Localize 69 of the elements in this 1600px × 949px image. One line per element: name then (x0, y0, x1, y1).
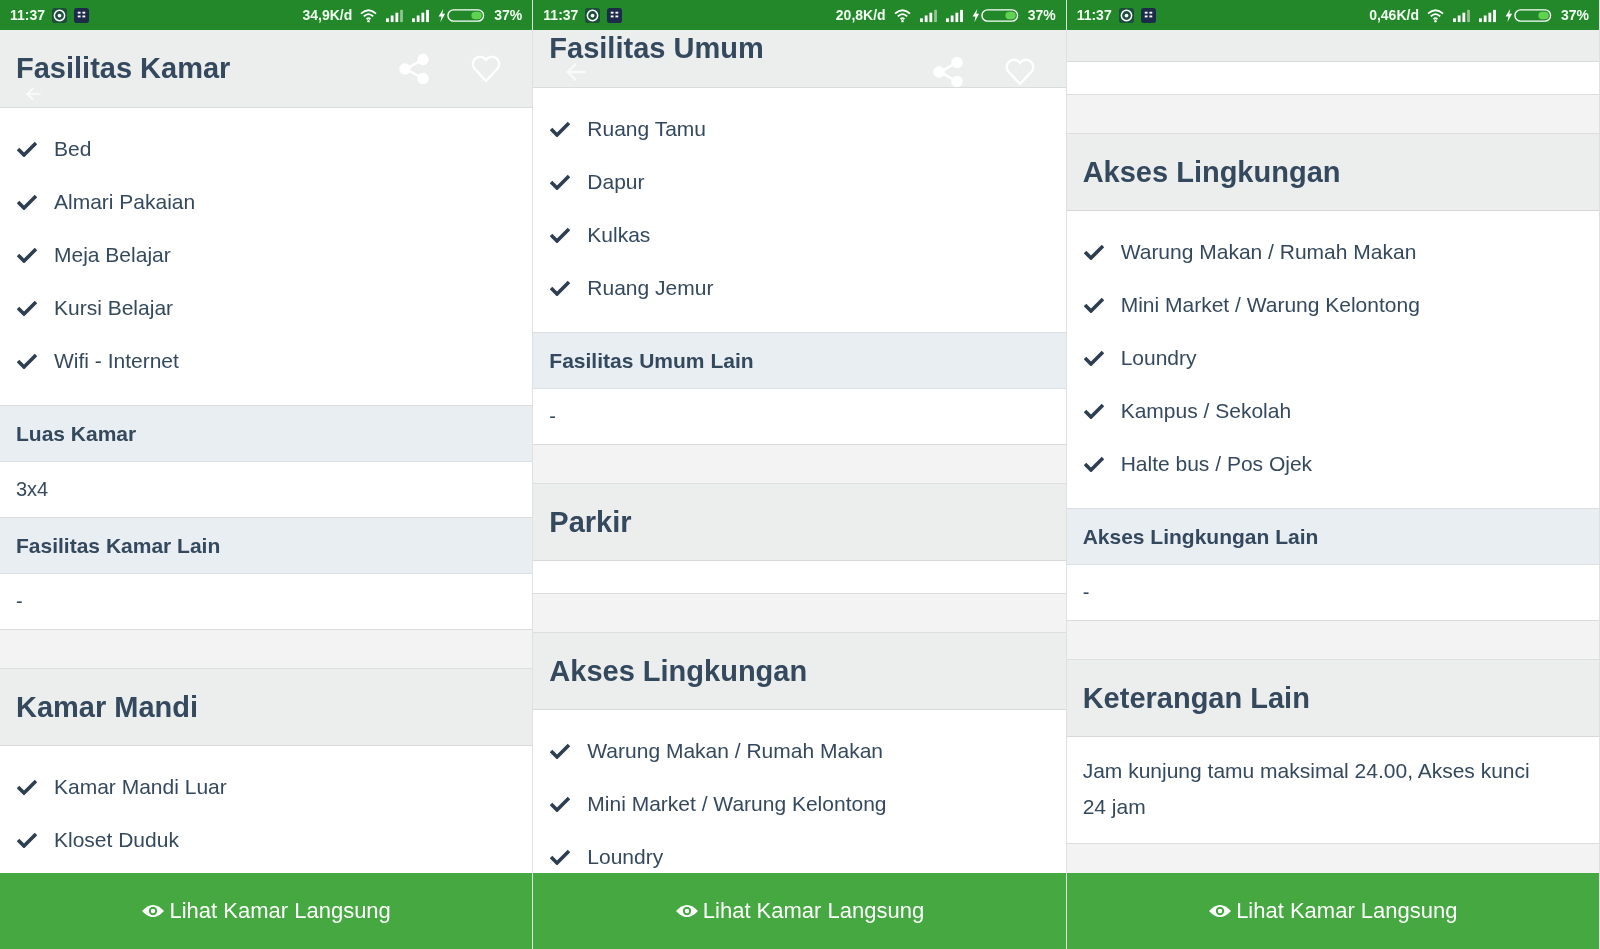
facility-item: Kamar Mandi Luar (54, 774, 227, 799)
view-room-button[interactable]: Lihat Kamar Langsung (0, 873, 533, 949)
battery-percent: 37% (494, 7, 523, 23)
subsection-title: Luas Kamar (16, 421, 137, 446)
field-value: 3x4 (16, 478, 49, 501)
facility-item: Loundry (587, 844, 664, 869)
facility-item: Kulkas (587, 222, 651, 247)
facility-item: Kloset Duduk (54, 827, 179, 852)
field-value: - (16, 590, 23, 613)
page-title: Fasilitas Kamar (16, 54, 231, 83)
signal-icon (1451, 7, 1471, 23)
facility-item: Warung Makan / Rumah Makan (587, 738, 883, 763)
eye-icon (141, 903, 166, 919)
clock: 11:37 (1076, 7, 1112, 23)
section-title: Keterangan Lain (1082, 681, 1310, 715)
signal-icon (944, 7, 964, 23)
facility-item: Wifi - Internet (54, 348, 179, 373)
facility-item: Loundry (1120, 345, 1197, 370)
facility-item: Dapur (587, 169, 645, 194)
facility-item: Meja Belajar (54, 242, 171, 267)
subsection-title: Fasilitas Kamar Lain (16, 533, 221, 558)
chat-app-icon (585, 7, 601, 23)
wifi-icon (359, 7, 379, 23)
facility-item: Mini Market / Warung Kelontong (1120, 292, 1420, 317)
battery-percent: 37% (1027, 7, 1056, 23)
facility-item: Ruang Tamu (587, 116, 707, 141)
eye-icon (674, 903, 699, 919)
facility-item: Kampus / Sekolah (1120, 398, 1292, 423)
section-title: Kamar Mandi (16, 690, 199, 724)
view-room-button[interactable]: Lihat Kamar Langsung (1066, 873, 1599, 949)
view-room-button[interactable]: Lihat Kamar Langsung (533, 873, 1066, 949)
section-title: Parkir (549, 505, 632, 539)
charging-battery-icon (1503, 7, 1554, 23)
network-speed: 34,9K/d (302, 7, 353, 23)
eye-icon (1208, 903, 1233, 919)
clock: 11:37 (10, 7, 46, 23)
network-speed: 20,8K/d (835, 7, 886, 23)
wifi-icon (1425, 7, 1445, 23)
chat-app-icon (1118, 7, 1134, 23)
facility-item: Kursi Belajar (54, 295, 174, 320)
section-title: Akses Lingkungan (549, 654, 808, 688)
battery-percent: 37% (1560, 7, 1589, 23)
share-icon[interactable] (931, 56, 964, 88)
section-title: Akses Lingkungan (1082, 155, 1341, 189)
signal-icon (918, 7, 938, 23)
facility-item: Halte bus / Pos Ojek (1120, 451, 1313, 476)
signal-icon (411, 7, 431, 23)
facility-item: Mini Market / Warung Kelontong (587, 791, 887, 816)
messenger-app-icon (1140, 7, 1156, 23)
network-speed: 0,46K/d (1369, 7, 1419, 23)
field-value: - (1082, 581, 1090, 604)
subsection-title: Akses Lingkungan Lain (1082, 524, 1319, 549)
facility-item: Ruang Jemur (587, 275, 714, 300)
facility-item: Almari Pakaian (54, 189, 196, 214)
charging-battery-icon (970, 7, 1021, 23)
signal-icon (385, 7, 405, 23)
facility-item: Bed (54, 136, 92, 161)
page-title: Fasilitas Umum (549, 31, 765, 65)
clock: 11:37 (543, 7, 579, 23)
messenger-app-icon (74, 7, 90, 23)
subsection-title: Fasilitas Umum Lain (549, 348, 754, 373)
heart-icon[interactable] (1003, 56, 1036, 88)
signal-icon (1477, 7, 1497, 23)
messenger-app-icon (607, 7, 623, 23)
field-value: - (549, 405, 556, 428)
chat-app-icon (52, 7, 68, 23)
facility-item: Warung Makan / Rumah Makan (1120, 239, 1417, 264)
wifi-icon (892, 7, 912, 23)
description-text: Jam kunjung tamu maksimal 24.00, Akses kunci 24 jam (1082, 758, 1531, 820)
